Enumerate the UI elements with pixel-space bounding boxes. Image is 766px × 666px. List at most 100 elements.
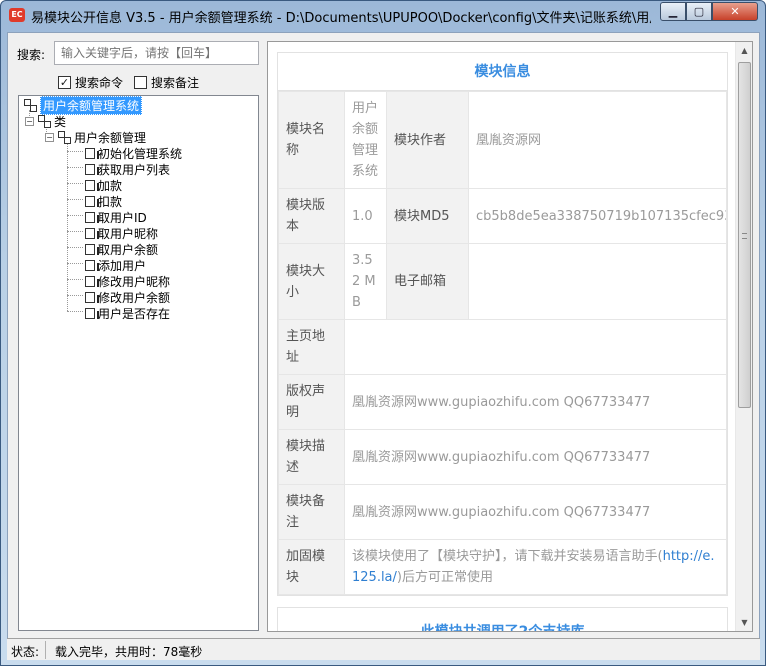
tree-item-class-group[interactable]: − 类 <box>25 113 66 129</box>
scrollbar-thumb[interactable] <box>738 62 751 408</box>
tree-item-method-label: 扣款 <box>98 194 123 209</box>
method-icon <box>85 243 99 255</box>
tree-item-method[interactable]: 修改用户余额 <box>85 289 170 305</box>
table-row: 模块备注 凰胤资源网www.gupiaozhifu.com QQ67733477 <box>278 484 727 540</box>
tree-item-method[interactable]: 加款 <box>85 177 122 193</box>
module-md5-key: 模块MD5 <box>386 188 469 244</box>
module-name-key: 模块名称 <box>278 91 345 189</box>
protection-key: 加固模块 <box>278 539 345 595</box>
module-name-value: 用户余额管理系统 <box>344 91 387 189</box>
tree-item-method[interactable]: 取用户昵称 <box>85 225 158 241</box>
module-author-key: 模块作者 <box>386 91 469 189</box>
module-info-table: 模块名称 用户余额管理系统 模块作者 凰胤资源网 模块版本 1.0 模块MD5 … <box>278 91 727 595</box>
tree-item-method[interactable]: 修改用户昵称 <box>85 273 170 289</box>
collapse-toggle-icon[interactable]: − <box>45 132 54 142</box>
module-tree[interactable]: 用户余额管理系统 − 类 − 用户余额管理 初始化管理系统 获取用户列表 加款 … <box>18 95 259 631</box>
search-commands-option[interactable]: ✓ 搜索命令 <box>58 74 123 91</box>
table-row: 加固模块 该模块使用了【模块守护】，请下载并安装易语言助手(http://e.1… <box>278 539 727 595</box>
table-row: 版权声明 凰胤资源网www.gupiaozhifu.com QQ67733477 <box>278 374 727 430</box>
search-notes-checkbox[interactable] <box>134 76 147 89</box>
email-key: 电子邮箱 <box>386 243 469 320</box>
module-info-panel[interactable]: 模块信息 模块名称 用户余额管理系统 模块作者 凰胤资源网 模块版本 1.0 模… <box>267 41 753 632</box>
tree-item-method[interactable]: 获取用户列表 <box>85 161 170 177</box>
search-input[interactable] <box>54 41 259 65</box>
module-info-card: 模块信息 模块名称 用户余额管理系统 模块作者 凰胤资源网 模块版本 1.0 模… <box>277 52 728 596</box>
status-text: 载入完毕，共用时：78毫秒 <box>55 645 203 659</box>
table-row: 模块描述 凰胤资源网www.gupiaozhifu.com QQ67733477 <box>278 429 727 485</box>
structure-icon <box>57 131 71 144</box>
status-label: 状态: <box>11 645 40 659</box>
method-icon <box>85 195 99 207</box>
window-title: 易模块公开信息 V3.5 - 用户余额管理系统 - D:\Documents\U… <box>31 11 651 26</box>
table-row: 模块版本 1.0 模块MD5 cb5b8de5ea338750719b10713… <box>278 188 727 244</box>
email-value <box>468 243 727 320</box>
support-library-title: 此模块共调用了2个支持库 <box>420 624 585 632</box>
module-md5-value: cb5b8de5ea338750719b107135cfec93 <box>468 188 727 244</box>
method-icon <box>85 291 99 303</box>
close-button[interactable]: ✕ <box>712 2 758 21</box>
table-row: 主页地址 <box>278 319 727 375</box>
search-notes-option[interactable]: 搜索备注 <box>134 74 199 91</box>
method-icon <box>85 227 99 239</box>
status-bar: 状态: 载入完毕，共用时：78毫秒 <box>7 638 760 660</box>
collapse-toggle-icon[interactable]: − <box>25 116 34 126</box>
tree-item-method-label: 用户是否存在 <box>98 306 171 321</box>
vertical-scrollbar[interactable]: ▲ ▼ <box>735 42 752 631</box>
tree-item-method-label: 获取用户列表 <box>98 162 171 177</box>
tree-item-class-label: 用户余额管理 <box>74 130 147 145</box>
module-info-title: 模块信息 <box>278 53 727 91</box>
tree-item-method[interactable]: 初始化管理系统 <box>85 145 182 161</box>
tree-item-method-label: 取用户昵称 <box>98 226 159 241</box>
structure-icon <box>37 115 51 128</box>
scroll-down-icon[interactable]: ▼ <box>736 614 752 631</box>
structure-icon <box>23 99 37 112</box>
support-library-card: 此模块共调用了2个支持库 <box>277 607 728 632</box>
method-icon <box>85 147 99 159</box>
tree-item-method-label: 添加用户 <box>98 258 147 273</box>
method-icon <box>85 275 99 287</box>
table-row: 模块名称 用户余额管理系统 模块作者 凰胤资源网 <box>278 91 727 189</box>
tree-item-method-label: 取用户ID <box>98 210 147 225</box>
tree-item-method[interactable]: 取用户余额 <box>85 241 158 257</box>
homepage-value <box>344 319 727 375</box>
module-author-value: 凰胤资源网 <box>468 91 727 189</box>
protection-text-after: )后方可正常使用 <box>396 570 493 585</box>
tree-item-class[interactable]: − 用户余额管理 <box>45 129 146 145</box>
search-notes-label: 搜索备注 <box>151 76 200 90</box>
tree-item-root[interactable]: 用户余额管理系统 <box>23 95 143 115</box>
method-icon <box>85 307 99 319</box>
title-bar[interactable]: EC 易模块公开信息 V3.5 - 用户余额管理系统 - D:\Document… <box>1 1 765 31</box>
search-commands-label: 搜索命令 <box>75 76 124 90</box>
minimize-button[interactable]: ▁ <box>660 2 686 21</box>
maximize-button[interactable]: ▢ <box>686 2 712 21</box>
scroll-up-icon[interactable]: ▲ <box>736 42 752 59</box>
tree-item-method[interactable]: 添加用户 <box>85 257 146 273</box>
module-version-key: 模块版本 <box>278 188 345 244</box>
module-size-key: 模块大小 <box>278 243 345 320</box>
module-version-value: 1.0 <box>344 188 387 244</box>
app-window: EC 易模块公开信息 V3.5 - 用户余额管理系统 - D:\Document… <box>0 0 766 666</box>
remarks-key: 模块备注 <box>278 484 345 540</box>
tree-item-method[interactable]: 扣款 <box>85 193 122 209</box>
remarks-value: 凰胤资源网www.gupiaozhifu.com QQ67733477 <box>344 484 727 540</box>
tree-item-method-label: 取用户余额 <box>98 242 159 257</box>
method-icon <box>85 259 99 271</box>
homepage-key: 主页地址 <box>278 319 345 375</box>
copyright-key: 版权声明 <box>278 374 345 430</box>
description-value: 凰胤资源网www.gupiaozhifu.com QQ67733477 <box>344 429 727 485</box>
tree-item-method-label: 加款 <box>98 178 123 193</box>
search-label: 搜索: <box>17 48 46 62</box>
method-icon <box>85 163 99 175</box>
copyright-value: 凰胤资源网www.gupiaozhifu.com QQ67733477 <box>344 374 727 430</box>
tree-item-method[interactable]: 取用户ID <box>85 209 147 225</box>
tree-item-method[interactable]: 用户是否存在 <box>85 305 170 321</box>
status-divider <box>45 641 46 659</box>
method-icon <box>85 211 99 223</box>
table-row: 模块大小 3.52 MB 电子邮箱 <box>278 243 727 320</box>
description-key: 模块描述 <box>278 429 345 485</box>
tree-item-class-group-label: 类 <box>54 114 67 129</box>
search-commands-checkbox[interactable]: ✓ <box>58 76 71 89</box>
tree-item-method-label: 初始化管理系统 <box>98 146 183 161</box>
method-icon <box>85 179 99 191</box>
module-size-value: 3.52 MB <box>344 243 387 320</box>
